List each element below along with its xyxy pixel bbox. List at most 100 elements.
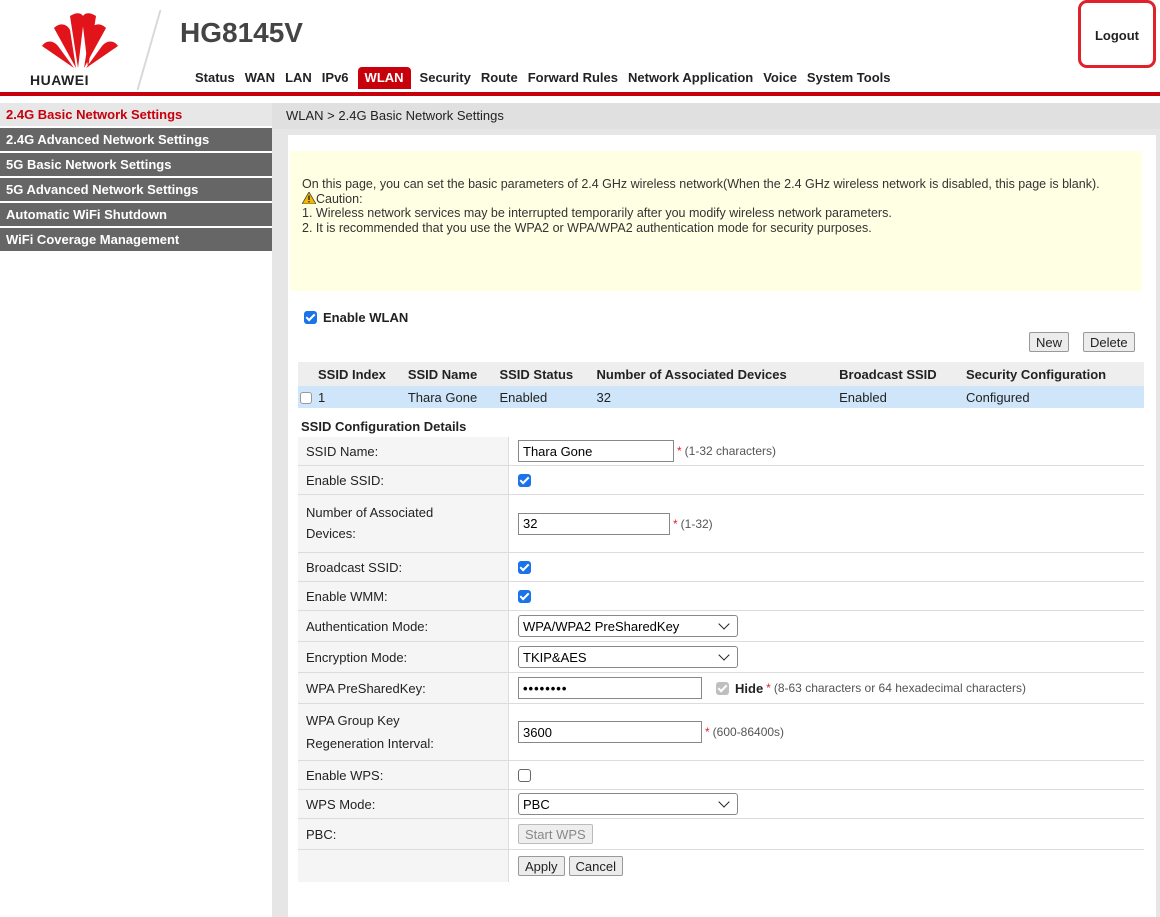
row-pbc: PBC: Start WPS	[298, 819, 1144, 850]
tab-ipv6[interactable]: IPv6	[317, 67, 354, 89]
tab-wan[interactable]: WAN	[240, 67, 280, 89]
row-authentication-mode: Authentication Mode: WPA/WPA2 PreSharedK…	[298, 611, 1144, 642]
enable-wlan: Enable WLAN	[304, 310, 408, 325]
wps-mode-select[interactable]: PBC	[518, 793, 738, 815]
logout-button[interactable]: Logout	[1078, 0, 1156, 68]
sidebar-item-5g-advanced[interactable]: 5G Advanced Network Settings	[0, 178, 272, 203]
cell-broadcast-ssid: Enabled	[837, 386, 964, 408]
enable-ssid-label: Enable SSID:	[306, 472, 385, 488]
info-note-1: 1. Wireless network services may be inte…	[302, 206, 892, 221]
row-ssid-name: SSID Name: * (1-32 characters)	[298, 437, 1144, 466]
sidebar: 2.4G Basic Network Settings 2.4G Advance…	[0, 103, 272, 917]
row-associated-devices: Number of Associated Devices: * (1-32)	[298, 495, 1144, 553]
cancel-button[interactable]: Cancel	[568, 856, 623, 876]
sidebar-item-24g-advanced[interactable]: 2.4G Advanced Network Settings	[0, 128, 272, 153]
row-wpa-psk: WPA PreSharedKey: Hide * (8-63 character…	[298, 673, 1144, 704]
ssid-config-form: SSID Name: * (1-32 characters) Enable SS…	[298, 437, 1144, 882]
col-ssid-index: SSID Index	[316, 362, 406, 386]
col-ssid-status: SSID Status	[497, 362, 595, 386]
col-associated-devices: Number of Associated Devices	[594, 362, 838, 386]
enable-wlan-checkbox[interactable]	[304, 311, 317, 324]
chevron-down-icon	[718, 649, 730, 661]
group-key-label-2: Regeneration Interval:	[306, 736, 434, 751]
auth-mode-label: Authentication Mode:	[306, 618, 429, 634]
required-mark: *	[673, 516, 678, 531]
tab-network-application[interactable]: Network Application	[623, 67, 758, 89]
required-mark: *	[766, 681, 771, 695]
auth-mode-value: WPA/WPA2 PreSharedKey	[523, 618, 680, 634]
hide-checkbox[interactable]	[716, 681, 729, 695]
chevron-down-icon	[718, 796, 730, 808]
enable-ssid-checkbox[interactable]	[518, 473, 531, 487]
enable-wps-checkbox[interactable]	[518, 768, 531, 782]
row-wps-mode: WPS Mode: PBC	[298, 790, 1144, 819]
select-column-header	[298, 362, 316, 386]
caution-label: Caution:	[316, 191, 363, 206]
row-broadcast-ssid: Broadcast SSID:	[298, 553, 1144, 582]
cell-ssid-index: 1	[316, 386, 406, 408]
psk-label: WPA PreSharedKey:	[306, 680, 426, 696]
sidebar-item-wifi-shutdown[interactable]: Automatic WiFi Shutdown	[0, 203, 272, 228]
assoc-devices-hint: (1-32)	[680, 516, 713, 531]
warning-icon	[302, 191, 316, 204]
required-mark: *	[705, 725, 710, 739]
encryption-mode-select[interactable]: TKIP&AES	[518, 646, 738, 668]
tab-forward-rules[interactable]: Forward Rules	[523, 67, 623, 89]
auth-mode-select[interactable]: WPA/WPA2 PreSharedKey	[518, 615, 738, 637]
apply-button[interactable]: Apply	[518, 856, 565, 876]
tab-route[interactable]: Route	[476, 67, 523, 89]
row-select-checkbox[interactable]	[300, 392, 312, 405]
row-actions: Apply Cancel	[298, 850, 1144, 882]
start-wps-button[interactable]: Start WPS	[518, 824, 593, 844]
huawei-logo: HUAWEI	[22, 8, 142, 90]
group-key-label: WPA Group Key	[306, 713, 400, 728]
col-security-configuration: Security Configuration	[963, 362, 1144, 386]
group-key-input[interactable]	[518, 721, 702, 743]
model-title: HG8145V	[180, 17, 303, 48]
info-box: On this page, you can set the basic para…	[290, 151, 1142, 291]
breadcrumb: WLAN > 2.4G Basic Network Settings	[272, 103, 1160, 129]
enable-wmm-label: Enable WMM:	[306, 588, 388, 604]
brand-label: HUAWEI	[30, 72, 89, 88]
row-enable-ssid: Enable SSID:	[298, 466, 1144, 495]
hide-label: Hide	[735, 680, 764, 696]
new-button[interactable]: New	[1029, 332, 1070, 352]
info-text: On this page, you can set the basic para…	[302, 177, 1100, 191]
ssid-details-title: SSID Configuration Details	[301, 419, 467, 434]
huawei-petals-icon	[42, 13, 118, 68]
sidebar-item-24g-basic[interactable]: 2.4G Basic Network Settings	[0, 103, 272, 128]
main-content: On this page, you can set the basic para…	[288, 135, 1156, 917]
tab-lan[interactable]: LAN	[280, 67, 317, 89]
psk-input[interactable]	[518, 677, 702, 699]
encryption-mode-value: TKIP&AES	[523, 649, 587, 665]
ssid-name-input[interactable]	[518, 440, 674, 462]
chevron-down-icon	[718, 618, 730, 630]
tab-security[interactable]: Security	[415, 67, 476, 89]
enable-wps-label: Enable WPS:	[306, 767, 384, 783]
sidebar-item-5g-basic[interactable]: 5G Basic Network Settings	[0, 153, 272, 178]
wps-mode-label: WPS Mode:	[306, 796, 376, 812]
tab-wlan[interactable]: WLAN	[357, 67, 411, 89]
col-broadcast-ssid: Broadcast SSID	[837, 362, 964, 386]
ssid-table: SSID Index SSID Name SSID Status Number …	[298, 362, 1144, 408]
encryption-mode-label: Encryption Mode:	[306, 649, 408, 665]
enable-wmm-checkbox[interactable]	[518, 589, 531, 603]
delete-button[interactable]: Delete	[1083, 332, 1135, 352]
tab-status[interactable]: Status	[190, 67, 240, 89]
table-row[interactable]: 1 Thara Gone Enabled 32 Enabled Configur…	[298, 386, 1144, 408]
tab-voice[interactable]: Voice	[758, 67, 802, 89]
group-key-hint: (600-86400s)	[712, 725, 785, 739]
main-nav: Status WAN LAN IPv6 WLAN Security Route …	[190, 66, 895, 90]
assoc-devices-label-2: Devices:	[306, 526, 356, 541]
enable-wlan-label: Enable WLAN	[323, 310, 409, 325]
sidebar-item-wifi-coverage[interactable]: WiFi Coverage Management	[0, 228, 272, 253]
cell-ssid-status: Enabled	[497, 386, 595, 408]
tab-system-tools[interactable]: System Tools	[802, 67, 896, 89]
assoc-devices-input[interactable]	[518, 512, 670, 535]
row-enable-wps: Enable WPS:	[298, 761, 1144, 790]
broadcast-ssid-checkbox[interactable]	[518, 560, 531, 574]
row-encryption-mode: Encryption Mode: TKIP&AES	[298, 642, 1144, 673]
psk-hint: (8-63 characters or 64 hexadecimal chara…	[773, 681, 1026, 695]
ssid-name-hint: (1-32 characters)	[684, 444, 777, 458]
cell-associated-devices: 32	[594, 386, 838, 408]
